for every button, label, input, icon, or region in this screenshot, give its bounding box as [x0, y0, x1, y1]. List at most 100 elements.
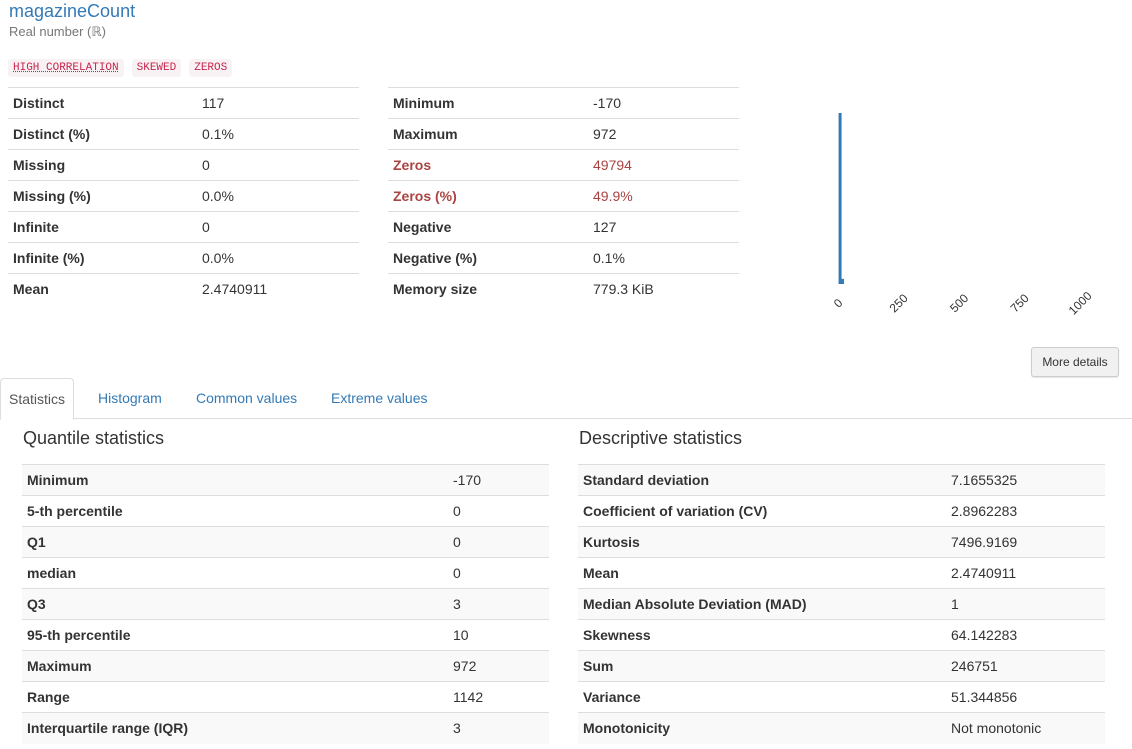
quantile-row-value: 972	[448, 650, 549, 682]
overview-row: Distinct (%) 0.1%	[8, 118, 359, 150]
badge-skewed: SKEWED	[131, 59, 182, 77]
overview-row-label: Infinite	[8, 211, 197, 243]
overview-row-value: 779.3 KiB	[588, 273, 739, 305]
overview-row-value: 0.0%	[197, 242, 359, 274]
overview-table-right: Minimum -170 Maximum 972 Zeros 49794 Zeros (%)…	[388, 87, 739, 305]
descriptive-row: Standard deviation 7.1655325	[578, 464, 1105, 496]
descriptive-row-label: Monotonicity	[578, 712, 946, 744]
quantile-row-value: 0	[448, 526, 549, 558]
quantile-row-label: Q3	[22, 588, 448, 620]
overview-row-label: Distinct	[8, 87, 197, 119]
variable-name[interactable]: magazineCount	[9, 1, 135, 22]
variable-type: Real number (ℝ)	[9, 24, 106, 39]
quantile-row-value: 0	[448, 495, 549, 527]
descriptive-row-value: 1	[946, 588, 1105, 620]
overview-row-label: Minimum	[388, 87, 588, 119]
descriptive-row-label: Median Absolute Deviation (MAD)	[578, 588, 946, 620]
tab-bar: Statistics Histogram Common values Extre…	[0, 378, 1132, 420]
overview-row-value: -170	[588, 87, 739, 119]
histogram-tick-label: 0	[831, 296, 846, 311]
overview-row-value: 49794	[588, 149, 739, 181]
quantile-row-label: Range	[22, 681, 448, 713]
tab-extreme-values[interactable]: Extreme values	[323, 378, 435, 419]
quantile-row-label: Maximum	[22, 650, 448, 682]
quantile-row-label: 5-th percentile	[22, 495, 448, 527]
descriptive-row-label: Sum	[578, 650, 946, 682]
descriptive-row-value: 7496.9169	[946, 526, 1105, 558]
descriptive-row: Monotonicity Not monotonic	[578, 712, 1105, 744]
overview-row-label: Missing	[8, 149, 197, 181]
overview-row: Maximum 972	[388, 118, 739, 150]
descriptive-row-value: 51.344856	[946, 681, 1105, 713]
overview-row-value: 0	[197, 211, 359, 243]
tab-histogram[interactable]: Histogram	[90, 378, 170, 419]
quantile-row-value: 3	[448, 712, 549, 744]
quantile-row-label: Minimum	[22, 464, 448, 496]
quantile-row: Minimum -170	[22, 464, 549, 496]
histogram-tick-label: 750	[1008, 291, 1032, 315]
quantile-row: Q1 0	[22, 526, 549, 558]
badge-zeros: ZEROS	[189, 59, 233, 77]
descriptive-row: Variance 51.344856	[578, 681, 1105, 713]
overview-row-label: Infinite (%)	[8, 242, 197, 274]
descriptive-row-label: Coefficient of variation (CV)	[578, 495, 946, 527]
overview-row-label: Negative	[388, 211, 588, 243]
overview-table-left: Distinct 117 Distinct (%) 0.1% Missing 0 Missi…	[8, 87, 359, 305]
quantile-row: 5-th percentile 0	[22, 495, 549, 527]
quantile-row-value: 3	[448, 588, 549, 620]
overview-row: Memory size 779.3 KiB	[388, 273, 739, 305]
descriptive-row: Sum 246751	[578, 650, 1105, 682]
quantile-row-label: median	[22, 557, 448, 589]
overview-row-value: 0.1%	[588, 242, 739, 274]
overview-row: Distinct 117	[8, 87, 359, 119]
quantile-row-label: Interquartile range (IQR)	[22, 712, 448, 744]
quantile-row-label: 95-th percentile	[22, 619, 448, 651]
overview-row: Zeros (%) 49.9%	[388, 180, 739, 212]
quantile-row: Interquartile range (IQR) 3	[22, 712, 549, 744]
overview-row-label: Memory size	[388, 273, 588, 305]
descriptive-row-value: 2.8962283	[946, 495, 1105, 527]
tab-common-values[interactable]: Common values	[188, 378, 305, 419]
quantile-row: 95-th percentile 10	[22, 619, 549, 651]
overview-row-value: 49.9%	[588, 180, 739, 212]
overview-row-value: 0	[197, 149, 359, 181]
overview-row: Negative (%) 0.1%	[388, 242, 739, 274]
descriptive-row: Kurtosis 7496.9169	[578, 526, 1105, 558]
descriptive-row: Median Absolute Deviation (MAD) 1	[578, 588, 1105, 620]
histogram-tick-label: 250	[887, 291, 911, 315]
histogram-bar	[841, 278, 844, 284]
overview-row-value: 972	[588, 118, 739, 150]
histogram-tick-label: 500	[947, 291, 971, 315]
overview-row-label: Distinct (%)	[8, 118, 197, 150]
descriptive-statistics-table: Standard deviation 7.1655325 Coefficient o…	[578, 464, 1105, 744]
quantile-row-value: 1142	[448, 681, 549, 713]
descriptive-row-label: Standard deviation	[578, 464, 946, 496]
tab-statistics[interactable]: Statistics	[0, 378, 75, 420]
overview-row-label: Zeros (%)	[388, 180, 588, 212]
quantile-row: median 0	[22, 557, 549, 589]
descriptive-row-value: 246751	[946, 650, 1105, 682]
descriptive-row-value: 7.1655325	[946, 464, 1105, 496]
quantile-row-value: 0	[448, 557, 549, 589]
quantile-row: Range 1142	[22, 681, 549, 713]
histogram-bar	[838, 113, 842, 284]
overview-row-label: Missing (%)	[8, 180, 197, 212]
descriptive-row-label: Kurtosis	[578, 526, 946, 558]
more-details-button[interactable]: More details	[1031, 347, 1119, 377]
mini-histogram: 0 250 500 750 1000	[831, 113, 1095, 318]
overview-row: Infinite 0	[8, 211, 359, 243]
overview-row-label: Zeros	[388, 149, 588, 181]
descriptive-row-value: 2.4740911	[946, 557, 1105, 589]
badge-high-correlation[interactable]: HIGH CORRELATION	[8, 59, 124, 77]
quantile-row-value: 10	[448, 619, 549, 651]
overview-row-label: Maximum	[388, 118, 588, 150]
quantile-row-value: -170	[448, 464, 549, 496]
overview-row-value: 0.1%	[197, 118, 359, 150]
overview-row: Missing (%) 0.0%	[8, 180, 359, 212]
overview-row-label: Negative (%)	[388, 242, 588, 274]
overview-row-value: 0.0%	[197, 180, 359, 212]
descriptive-row-value: Not monotonic	[946, 712, 1105, 744]
quantile-row-label: Q1	[22, 526, 448, 558]
overview-row: Missing 0	[8, 149, 359, 181]
quantile-row: Q3 3	[22, 588, 549, 620]
